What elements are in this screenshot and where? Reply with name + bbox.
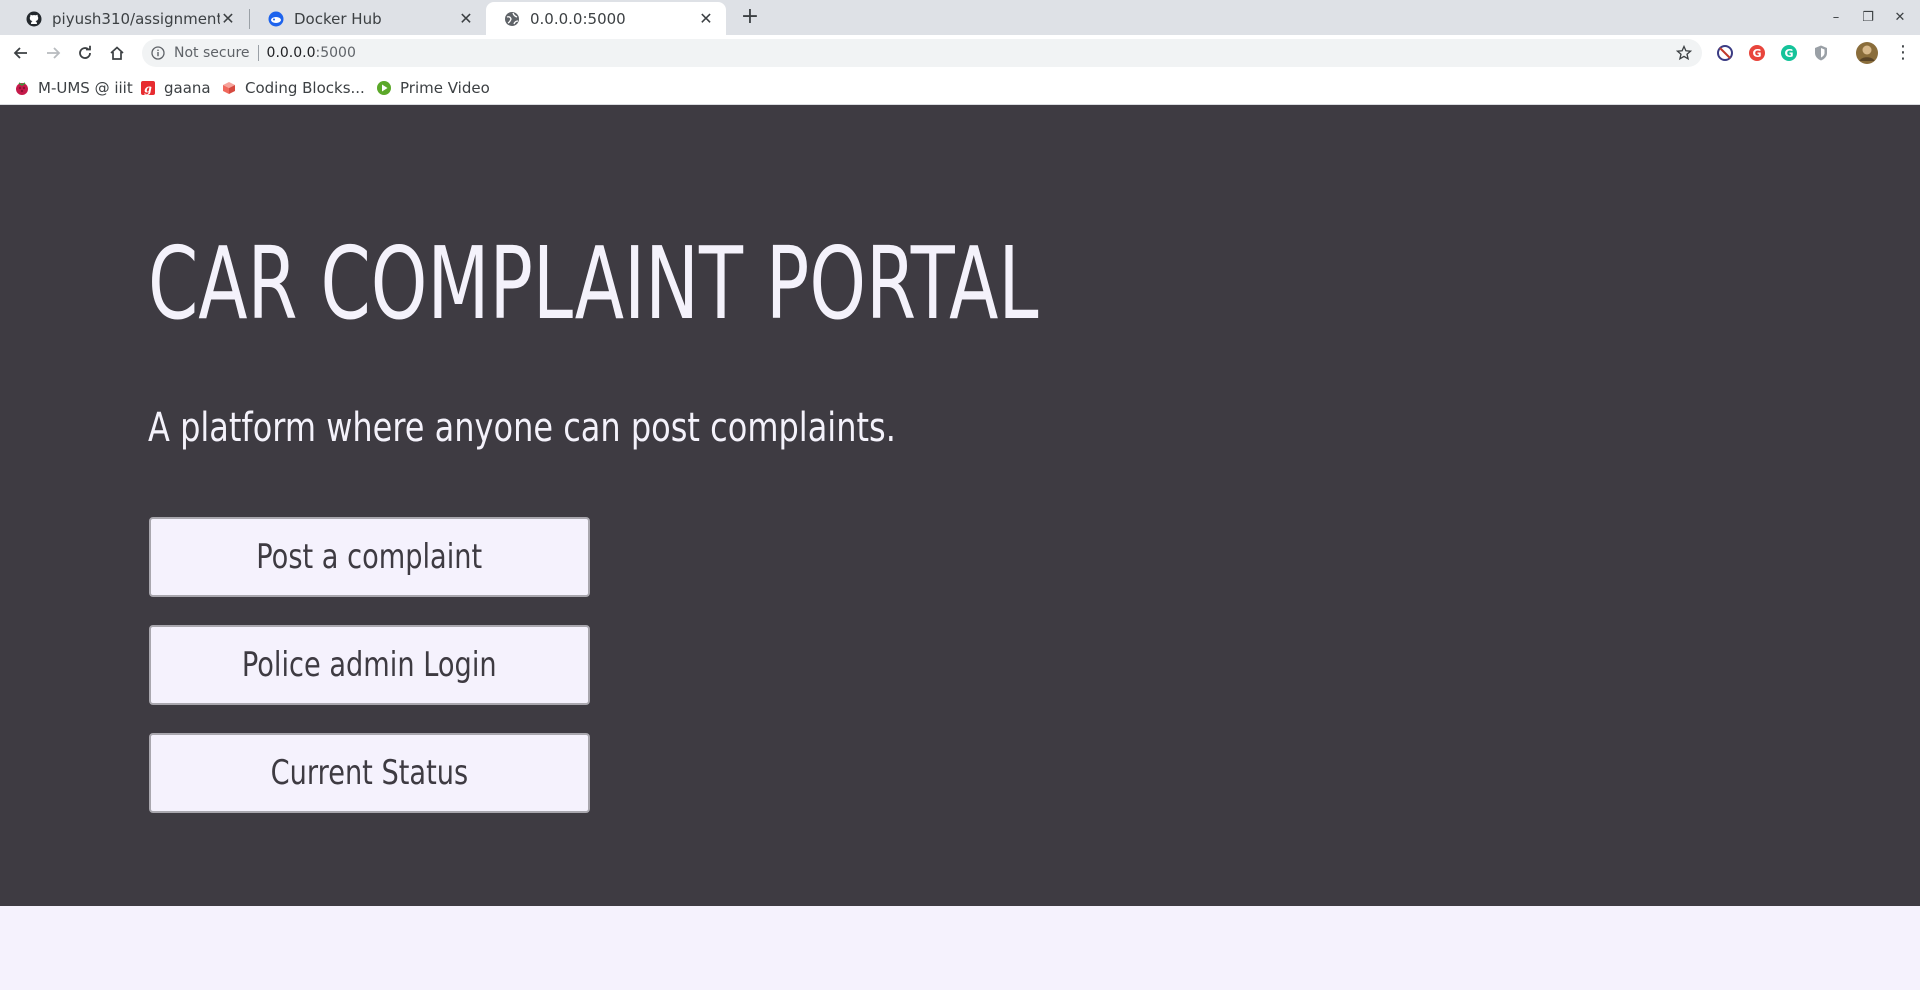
security-label: Not secure [174,45,250,61]
url-text: 0.0.0.0:5000 [267,45,356,61]
tab-title: Docker Hub [294,9,382,28]
globe-icon [504,11,520,27]
close-icon[interactable]: ✕ [220,10,236,27]
tab-docker[interactable]: Docker Hub ✕ [250,2,486,35]
tab-strip: piyush310/assignment ✕ Docker Hub ✕ 0.0.… [0,0,1920,35]
tab-title: 0.0.0.0:5000 [530,9,626,28]
tab-github[interactable]: piyush310/assignment ✕ [8,2,248,35]
tab-title: piyush310/assignment [52,9,220,28]
bookmark-label: Coding Blocks... [245,79,365,97]
bookmark-m-ums[interactable]: M-UMS @ iiit [14,77,133,99]
github-icon [26,11,42,27]
svg-text:G: G [1784,47,1793,60]
menu-icon[interactable]: ⋮ [1894,41,1912,65]
url-port: :5000 [315,45,356,61]
gaana-icon: g [140,80,156,96]
play-icon [376,80,392,96]
current-status-button[interactable]: Current Status [149,733,590,813]
tab-localhost[interactable]: 0.0.0.0:5000 ✕ [486,2,726,35]
bookmark-label: Prime Video [400,79,490,97]
page-title: CAR COMPLAINT PORTAL [148,225,1039,342]
grammarly-icon[interactable]: G [1780,44,1798,62]
address-bar[interactable]: Not secure 0.0.0.0:5000 [142,39,1702,67]
minimize-button[interactable]: – [1824,6,1848,30]
url-host: 0.0.0.0 [266,45,316,61]
restore-button[interactable]: ❐ [1856,6,1880,30]
post-complaint-label: Post a complaint [256,537,483,577]
police-login-label: Police admin Login [242,645,497,685]
window-close-button[interactable]: ✕ [1888,6,1912,30]
bookmark-coding-blocks[interactable]: Coding Blocks... [221,77,365,99]
info-icon[interactable] [150,45,166,61]
reload-icon [79,45,91,59]
home-button[interactable] [105,41,129,65]
bookmark-label: M-UMS @ iiit [38,79,133,97]
page-tagline: A platform where anyone can post complai… [148,405,896,451]
arrow-left-icon [13,47,27,59]
home-icon [110,46,124,60]
bookmark-label: gaana [164,79,211,97]
shield-icon[interactable] [1812,44,1830,62]
block-extension-icon[interactable] [1716,44,1734,62]
current-status-label: Current Status [270,753,469,793]
hero-section: CAR COMPLAINT PORTAL A platform where an… [0,105,1920,906]
close-icon[interactable]: ✕ [698,10,714,27]
page-viewport: CAR COMPLAINT PORTAL A platform where an… [0,105,1920,990]
avatar[interactable] [1856,42,1878,64]
police-login-button[interactable]: Police admin Login [149,625,590,705]
address-divider [257,45,259,61]
bookmarks-bar: M-UMS @ iiit g gaana Coding Blocks... Pr… [0,71,1920,105]
forward-button[interactable] [41,41,65,65]
bookmark-prime-video[interactable]: Prime Video [376,77,490,99]
bookmark-star-icon[interactable] [1675,44,1693,61]
bookmark-gaana[interactable]: g gaana [140,77,211,99]
new-tab-button[interactable]: + [738,6,762,30]
close-icon[interactable]: ✕ [458,10,474,27]
svg-text:G: G [1752,47,1761,60]
browser-toolbar: Not secure 0.0.0.0:5000 G G ⋮ [0,35,1920,71]
docker-icon [268,11,284,27]
raspberry-icon [14,80,30,96]
svg-text:g: g [144,83,152,96]
coding-blocks-icon [221,80,237,96]
reload-button[interactable] [73,41,97,65]
back-button[interactable] [9,41,33,65]
post-complaint-button[interactable]: Post a complaint [149,517,590,597]
arrow-right-icon [47,47,61,59]
grammarly-go-icon[interactable]: G [1748,44,1766,62]
